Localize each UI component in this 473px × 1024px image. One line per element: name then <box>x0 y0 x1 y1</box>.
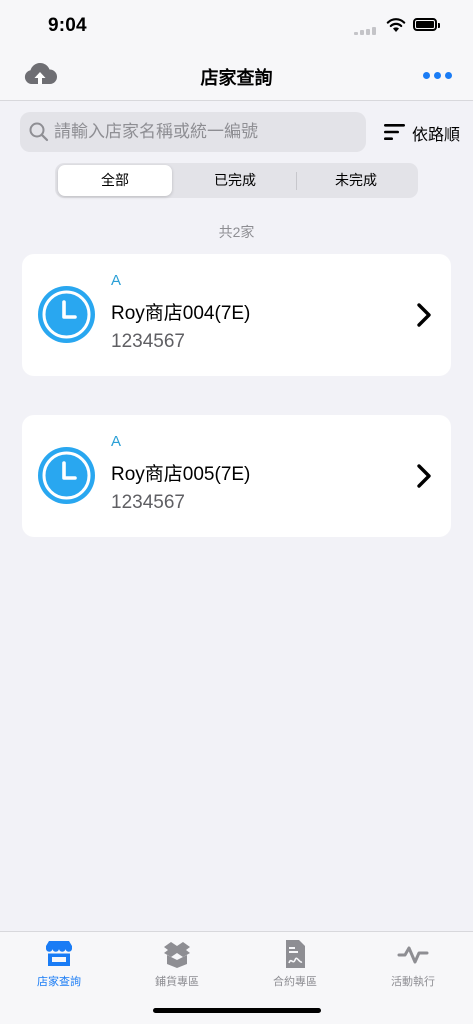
status-filter-segmented: 全部 已完成 未完成 <box>55 163 418 198</box>
more-icon[interactable] <box>421 72 453 82</box>
status-bar: 9:04 <box>0 0 473 52</box>
clock-icon <box>38 286 95 343</box>
store-card[interactable]: A Roy商店005(7E) 1234567 <box>22 415 451 537</box>
segment-incomplete[interactable]: 未完成 <box>297 165 415 196</box>
store-group: A <box>111 433 122 450</box>
tab-distribution[interactable]: 鋪貨專區 <box>122 936 232 988</box>
tab-activities[interactable]: 活動執行 <box>358 936 468 988</box>
segment-completed[interactable]: 已完成 <box>175 165 295 196</box>
home-indicator <box>153 1008 321 1013</box>
store-icon <box>46 941 72 966</box>
tab-store-search[interactable]: 店家查詢 <box>4 936 114 988</box>
segment-all[interactable]: 全部 <box>58 165 172 196</box>
cellular-signal-icon <box>354 27 380 35</box>
tab-label: 合約專區 <box>273 976 317 988</box>
store-group: A <box>111 272 122 289</box>
store-code: 1234567 <box>111 492 185 513</box>
activity-icon <box>397 946 429 964</box>
search-input[interactable] <box>54 112 354 152</box>
store-name: Roy商店005(7E) <box>111 464 251 485</box>
tab-contracts[interactable]: 合約專區 <box>240 936 350 988</box>
page-title: 店家查詢 <box>200 68 273 88</box>
sort-lines-icon <box>384 124 405 140</box>
battery-icon <box>413 18 440 31</box>
contract-icon <box>286 940 305 968</box>
app-screen: 9:04 店家查詢 請輸入店家名稱或統一編號 依路順 全部 已完成 未完成 共2… <box>0 0 473 1024</box>
clock-icon <box>38 447 95 504</box>
search-icon <box>29 122 49 142</box>
store-name: Roy商店004(7E) <box>111 303 251 324</box>
tab-label: 鋪貨專區 <box>155 976 199 988</box>
wifi-icon <box>386 18 406 32</box>
status-time: 9:04 <box>48 15 87 36</box>
store-card[interactable]: A Roy商店004(7E) 1234567 <box>22 254 451 376</box>
tab-label: 活動執行 <box>391 976 435 988</box>
box-icon <box>164 942 190 968</box>
chevron-right-icon <box>417 464 431 488</box>
result-count: 共2家 <box>218 224 255 240</box>
tab-label: 店家查詢 <box>37 976 81 988</box>
sort-label: 依路順 <box>412 127 461 144</box>
search-box <box>20 112 366 152</box>
sort-button[interactable]: 依路順 <box>384 120 466 144</box>
chevron-right-icon <box>417 303 431 327</box>
store-code: 1234567 <box>111 331 185 352</box>
navigation-bar: 店家查詢 <box>0 52 473 101</box>
